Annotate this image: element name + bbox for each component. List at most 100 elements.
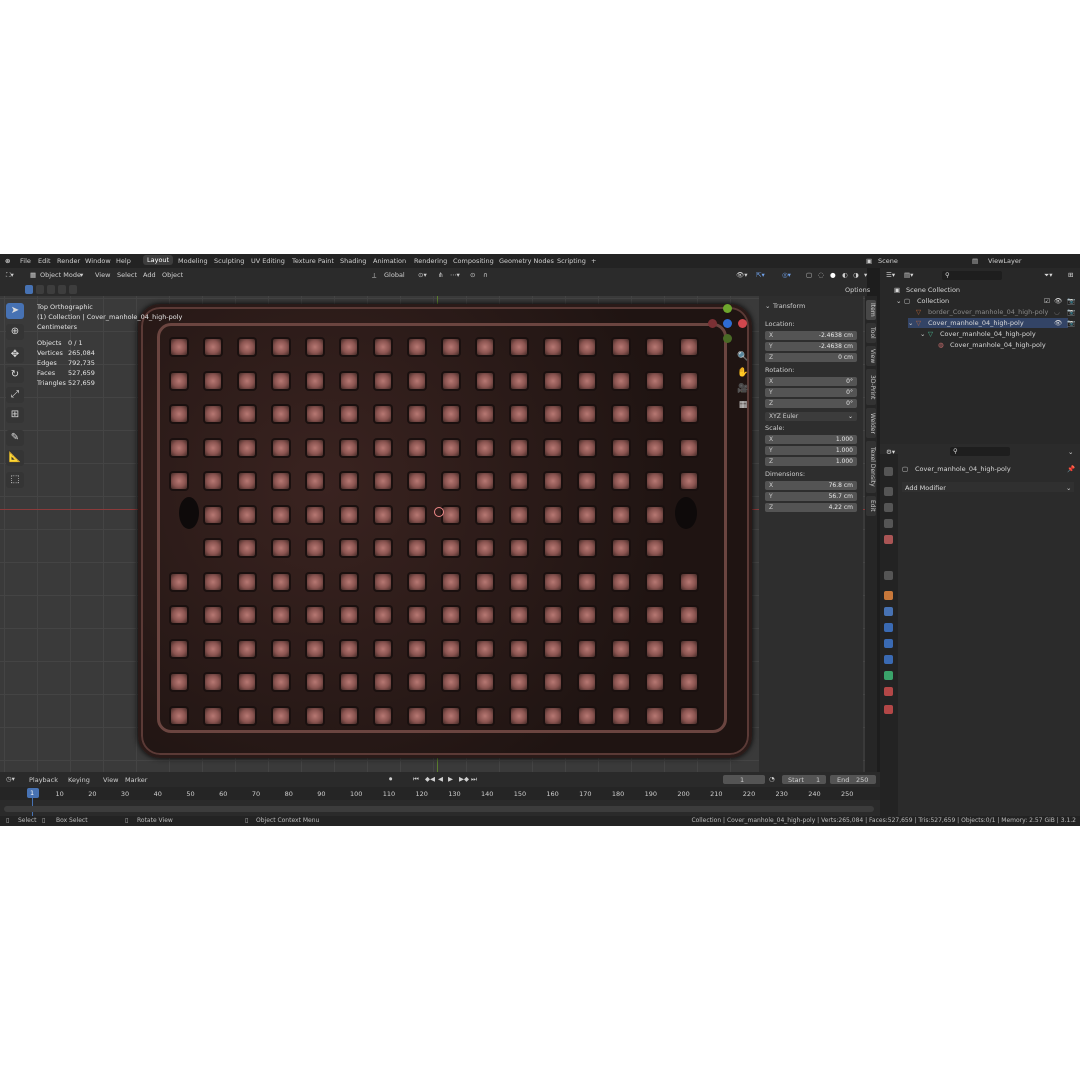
tab-geometry-nodes[interactable]: Geometry Nodes xyxy=(499,257,554,265)
outliner-item[interactable]: Cover_manhole_04_high-poly xyxy=(928,319,1024,327)
location-z-field[interactable]: Z0 cm xyxy=(765,353,857,362)
tab-scripting[interactable]: Scripting xyxy=(557,257,586,265)
play-reverse-icon[interactable]: ◀ xyxy=(438,775,443,783)
shading-wireframe-icon[interactable]: ◌ xyxy=(818,271,824,279)
dimensions-x-field[interactable]: X 76.8 cm xyxy=(765,481,857,490)
data-props-icon[interactable] xyxy=(884,671,893,680)
view-layer-props-icon[interactable] xyxy=(884,519,893,528)
move-tool-icon[interactable]: ✥ xyxy=(6,347,24,363)
rotate-tool-icon[interactable]: ↻ xyxy=(6,367,24,383)
eye-icon[interactable]: 👁 xyxy=(1054,319,1062,327)
play-icon[interactable]: ▶ xyxy=(448,775,453,783)
camera-icon[interactable]: 📷 xyxy=(1067,319,1075,327)
material-props-icon[interactable] xyxy=(884,687,893,696)
gizmo-z-axis-icon[interactable] xyxy=(723,319,732,328)
physics-props-icon[interactable] xyxy=(884,639,893,648)
menu-timeline-view[interactable]: View xyxy=(103,776,118,784)
menu-edit[interactable]: Edit xyxy=(38,257,51,265)
render-props-icon[interactable] xyxy=(884,487,893,496)
record-icon[interactable]: ⏺ xyxy=(389,775,392,784)
timeline-editor-icon[interactable]: ◷▾ xyxy=(6,775,15,783)
rotation-mode-select[interactable]: XYZ Euler ⌄ xyxy=(765,412,857,421)
menu-add[interactable]: Add xyxy=(143,271,156,279)
menu-keying[interactable]: Keying xyxy=(68,776,90,784)
add-cube-tool-icon[interactable]: ⬚ xyxy=(6,472,24,488)
tab-modeling[interactable]: Modeling xyxy=(178,257,208,265)
scene-props-icon[interactable] xyxy=(884,535,893,544)
object-props-icon[interactable] xyxy=(884,591,893,600)
collection-label[interactable]: Collection xyxy=(917,297,949,305)
next-keyframe-icon[interactable]: ▶◆ xyxy=(459,775,469,783)
gizmo-y-axis-icon[interactable] xyxy=(723,304,732,313)
menu-playback[interactable]: Playback xyxy=(29,776,58,784)
camera-icon[interactable]: 📷 xyxy=(1067,308,1075,316)
snap-target-icon[interactable]: ⋯▾ xyxy=(450,271,460,279)
output-props-icon[interactable] xyxy=(884,503,893,512)
tab-texture-paint[interactable]: Texture Paint xyxy=(292,257,334,265)
gizmo-neg-y-icon[interactable] xyxy=(723,334,732,343)
expand-chevron-icon[interactable]: ⌄ xyxy=(920,330,925,338)
ortho-toggle-icon[interactable]: ▦ xyxy=(736,398,750,412)
proportional-edit-icon[interactable]: ⊙ xyxy=(470,271,475,279)
outliner-editor-icon[interactable]: ☰▾ xyxy=(886,271,895,279)
location-x-field[interactable]: X -2.4638 cm xyxy=(765,331,857,340)
tab-compositing[interactable]: Compositing xyxy=(453,257,494,265)
chevron-down-icon[interactable]: ⌄ xyxy=(1068,448,1073,456)
dimensions-y-field[interactable]: Y 56.7 cm xyxy=(765,492,857,501)
menu-file[interactable]: File xyxy=(20,257,31,265)
shading-material-icon[interactable]: ◐ xyxy=(842,271,848,279)
menu-object[interactable]: Object xyxy=(162,271,183,279)
select-mode-subtract-icon[interactable] xyxy=(47,285,55,294)
tab-uv-editing[interactable]: UV Editing xyxy=(251,257,285,265)
manhole-cover-mesh[interactable] xyxy=(138,304,752,758)
particles-props-icon[interactable] xyxy=(884,623,893,632)
texture-props-icon[interactable] xyxy=(884,705,893,714)
eye-icon[interactable]: 👁 xyxy=(1054,297,1062,305)
gizmo-toggle-icon[interactable]: ⇱▾ xyxy=(756,271,765,279)
annotate-tool-icon[interactable]: ✎ xyxy=(6,430,24,446)
menu-select[interactable]: Select xyxy=(117,271,137,279)
measure-tool-icon[interactable]: 📐 xyxy=(6,450,24,466)
options-dropdown[interactable]: Options xyxy=(845,286,870,294)
add-workspace-button[interactable]: + xyxy=(591,257,596,265)
scale-tool-icon[interactable]: ⤢ xyxy=(6,387,24,403)
checkbox-icon[interactable]: ☑ xyxy=(1044,297,1050,305)
jump-start-icon[interactable]: ⏮ xyxy=(413,775,419,784)
transform-tool-icon[interactable]: ⊞ xyxy=(6,407,24,423)
tab-3d-print[interactable]: 3D-Print xyxy=(866,369,876,405)
blender-logo-icon[interactable]: ⊛ xyxy=(5,257,10,265)
new-collection-icon[interactable]: ⊞ xyxy=(1068,271,1073,279)
location-y-field[interactable]: Y -2.4638 cm xyxy=(765,342,857,351)
tab-shading[interactable]: Shading xyxy=(340,257,366,265)
tool-props-icon[interactable] xyxy=(884,467,893,476)
outliner-search-input[interactable]: ⚲ xyxy=(942,271,1002,280)
outliner-item[interactable]: Cover_manhole_04_high-poly xyxy=(940,330,1036,338)
expand-chevron-icon[interactable]: ⌄ xyxy=(896,297,901,305)
menu-help[interactable]: Help xyxy=(116,257,131,265)
prev-keyframe-icon[interactable]: ◆◀ xyxy=(425,775,435,783)
select-mode-intersect-icon[interactable] xyxy=(69,285,77,294)
navigation-gizmo[interactable] xyxy=(704,296,752,354)
transform-section-title[interactable]: Transform xyxy=(773,302,805,310)
menu-render[interactable]: Render xyxy=(57,257,80,265)
timeline-scrollbar[interactable] xyxy=(4,806,874,812)
tab-tool[interactable]: Tool xyxy=(866,323,876,343)
camera-view-icon[interactable]: 🎥 xyxy=(736,382,750,396)
hidden-eye-icon[interactable]: ◡ xyxy=(1054,308,1060,316)
outliner-item[interactable]: Cover_manhole_04_high-poly xyxy=(950,341,1046,349)
outliner-item[interactable]: border_Cover_manhole_04_high-poly xyxy=(928,308,1048,316)
orientation-selector[interactable]: Global xyxy=(384,271,405,279)
jump-end-icon[interactable]: ⏭ xyxy=(471,775,477,784)
scale-y-field[interactable]: Y 1.000 xyxy=(765,446,857,455)
menu-window[interactable]: Window xyxy=(85,257,111,265)
transform-chevron-icon[interactable]: ⌄ xyxy=(765,302,770,310)
select-box-tool-icon[interactable]: ➤ xyxy=(6,303,24,319)
tab-animation[interactable]: Animation xyxy=(373,257,406,265)
gizmo-neg-x-icon[interactable] xyxy=(708,319,717,328)
scale-z-field[interactable]: Z 1.000 xyxy=(765,457,857,466)
rotation-x-field[interactable]: X 0° xyxy=(765,377,857,386)
shading-options-icon[interactable]: ▾ xyxy=(864,271,867,279)
tab-edit[interactable]: Edit xyxy=(866,496,876,516)
scale-x-field[interactable]: X 1.000 xyxy=(765,435,857,444)
tab-texel-density[interactable]: Texel Density xyxy=(866,441,876,493)
